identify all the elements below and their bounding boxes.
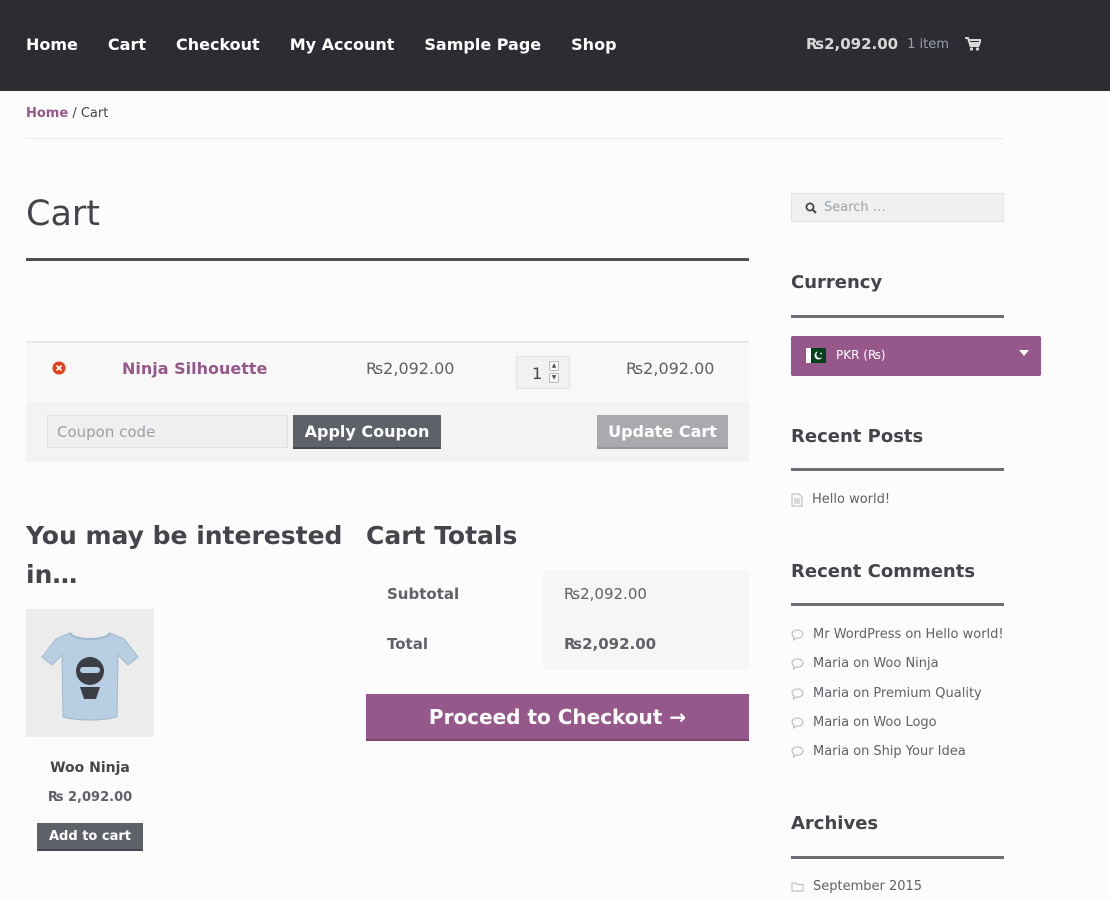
dropdown-caret-icon bbox=[1019, 350, 1029, 356]
quantity-stepper[interactable]: 1 ▲ ▼ bbox=[516, 356, 570, 389]
cart-product-subtotal: ₨2,092.00 bbox=[626, 359, 715, 378]
breadcrumb-separator: / bbox=[72, 106, 77, 121]
primary-navigation: Home Cart Checkout My Account Sample Pag… bbox=[26, 35, 647, 55]
recent-post-item: Hello world! bbox=[791, 492, 890, 507]
sidebar-search bbox=[791, 193, 1004, 222]
comment-icon bbox=[791, 657, 804, 670]
totals-value: ₨2,092.00 bbox=[543, 570, 749, 620]
comment-author-link[interactable]: Maria bbox=[813, 715, 849, 730]
comment-icon bbox=[791, 628, 804, 641]
nav-checkout[interactable]: Checkout bbox=[176, 35, 260, 55]
shopping-cart-icon bbox=[964, 37, 981, 51]
page-title: Cart bbox=[26, 194, 100, 234]
recent-posts-title: Recent Posts bbox=[791, 426, 924, 447]
cart-item-row: Ninja Silhouette ₨2,092.00 1 ▲ ▼ ₨2,092.… bbox=[26, 341, 749, 402]
recent-post-link[interactable]: Hello world! bbox=[812, 492, 890, 507]
currency-selected-label: PKR (₨) bbox=[836, 348, 886, 362]
recent-comment-item: Maria on Premium Quality bbox=[791, 686, 982, 701]
totals-row-subtotal: Subtotal ₨2,092.00 bbox=[366, 570, 749, 620]
related-product-name[interactable]: Woo Ninja bbox=[26, 760, 154, 776]
quantity-decrement-icon[interactable]: ▼ bbox=[549, 373, 559, 383]
comment-post-link[interactable]: Hello world! bbox=[926, 627, 1004, 642]
totals-label: Subtotal bbox=[366, 570, 543, 620]
proceed-to-checkout-button[interactable]: Proceed to Checkout → bbox=[366, 694, 749, 741]
apply-coupon-button[interactable]: Apply Coupon bbox=[293, 415, 441, 449]
search-input[interactable] bbox=[824, 194, 999, 221]
remove-item-icon[interactable] bbox=[52, 361, 66, 375]
recent-comment-item: Maria on Woo Logo bbox=[791, 715, 937, 730]
breadcrumb: Home / Cart bbox=[26, 106, 108, 121]
comment-connector: on bbox=[853, 744, 870, 759]
cart-product-name[interactable]: Ninja Silhouette bbox=[122, 359, 267, 378]
mini-cart-count: 1 item bbox=[907, 36, 949, 52]
archive-link[interactable]: September 2015 bbox=[813, 879, 922, 894]
cross-sells-title: You may be interested in… bbox=[26, 521, 343, 589]
recent-comments-title: Recent Comments bbox=[791, 561, 976, 582]
comment-connector: on bbox=[853, 715, 870, 730]
breadcrumb-divider bbox=[26, 138, 1004, 139]
currency-widget-title: Currency bbox=[791, 272, 883, 293]
comment-author-link[interactable]: Mr WordPress bbox=[813, 627, 901, 642]
nav-home[interactable]: Home bbox=[26, 35, 78, 55]
cart-actions-row: Apply Coupon Update Cart bbox=[26, 402, 749, 462]
breadcrumb-home-link[interactable]: Home bbox=[26, 106, 68, 121]
widget-divider bbox=[791, 315, 1004, 318]
related-product-price: ₨ 2,092.00 bbox=[47, 790, 133, 805]
document-icon bbox=[791, 493, 803, 506]
comment-author-link[interactable]: Maria bbox=[813, 744, 849, 759]
comment-post-link[interactable]: Ship Your Idea bbox=[873, 744, 965, 759]
comment-connector: on bbox=[853, 656, 870, 671]
archive-item: September 2015 bbox=[791, 879, 922, 894]
comment-icon bbox=[791, 716, 804, 729]
widget-divider bbox=[791, 468, 1004, 471]
totals-value: ₨2,092.00 bbox=[543, 620, 749, 670]
comment-icon bbox=[791, 687, 804, 700]
comment-connector: on bbox=[905, 627, 922, 642]
comment-post-link[interactable]: Woo Ninja bbox=[873, 656, 938, 671]
site-header: Home Cart Checkout My Account Sample Pag… bbox=[0, 0, 1110, 91]
widget-divider bbox=[791, 856, 1004, 859]
mini-cart-amount: ₨2,092.00 bbox=[806, 35, 899, 53]
cart-totals-table: Subtotal ₨2,092.00 Total ₨2,092.00 bbox=[366, 570, 749, 670]
quantity-increment-icon[interactable]: ▲ bbox=[549, 361, 559, 371]
add-to-cart-button[interactable]: Add to cart bbox=[37, 823, 143, 851]
tshirt-icon bbox=[41, 632, 139, 721]
pakistan-flag-icon bbox=[806, 348, 826, 363]
archives-title: Archives bbox=[791, 813, 879, 834]
recent-comment-item: Mr WordPress on Hello world! bbox=[791, 627, 1004, 642]
comment-post-link[interactable]: Premium Quality bbox=[873, 686, 981, 701]
recent-comment-item: Maria on Ship Your Idea bbox=[791, 744, 966, 759]
header-mini-cart[interactable]: ₨2,092.00 1 item bbox=[806, 35, 981, 53]
recent-comment-item: Maria on Woo Ninja bbox=[791, 656, 939, 671]
title-divider bbox=[26, 258, 749, 261]
comment-author-link[interactable]: Maria bbox=[813, 686, 849, 701]
totals-row-total: Total ₨2,092.00 bbox=[366, 620, 749, 670]
comment-author-link[interactable]: Maria bbox=[813, 656, 849, 671]
totals-label: Total bbox=[366, 620, 543, 670]
related-product-image[interactable] bbox=[26, 609, 154, 737]
folder-icon bbox=[791, 882, 804, 892]
nav-cart[interactable]: Cart bbox=[108, 35, 146, 55]
cart-totals-title: Cart Totals bbox=[366, 521, 518, 550]
comment-icon bbox=[791, 745, 804, 758]
comment-connector: on bbox=[853, 686, 870, 701]
currency-dropdown[interactable]: PKR (₨) bbox=[791, 336, 1041, 376]
update-cart-button[interactable]: Update Cart bbox=[597, 415, 728, 449]
comment-post-link[interactable]: Woo Logo bbox=[873, 715, 936, 730]
coupon-code-input[interactable] bbox=[47, 415, 288, 448]
quantity-value: 1 bbox=[532, 364, 543, 383]
widget-divider bbox=[791, 603, 1004, 606]
cart-product-price: ₨2,092.00 bbox=[366, 359, 455, 378]
search-icon bbox=[805, 202, 817, 214]
nav-shop[interactable]: Shop bbox=[571, 35, 616, 55]
breadcrumb-current: Cart bbox=[80, 106, 109, 121]
nav-my-account[interactable]: My Account bbox=[290, 35, 395, 55]
nav-sample-page[interactable]: Sample Page bbox=[424, 35, 541, 55]
